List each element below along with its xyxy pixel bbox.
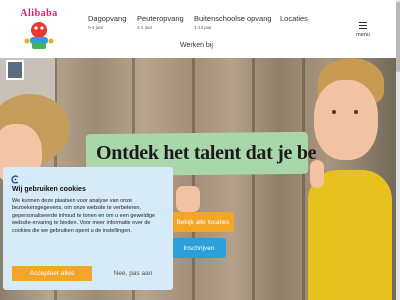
nav-sub: 4-13 jaar: [194, 25, 212, 30]
view-locations-button[interactable]: Bekijk alle locaties: [172, 212, 234, 232]
fence-plank: [302, 58, 305, 300]
cookie-body: We kunnen deze plaatsen voor analyse van…: [12, 198, 156, 234]
logo[interactable]: Alibaba: [20, 8, 58, 52]
logo-text: Alibaba: [20, 8, 58, 19]
nav-sub: 2-4 jaar: [137, 25, 153, 30]
nav-label: Locaties: [280, 14, 308, 23]
nav-item-peuteropvang[interactable]: Peuteropvang 2-4 jaar: [137, 14, 184, 30]
scrollbar-thumb[interactable]: [396, 2, 400, 72]
nav-label: Peuteropvang: [137, 14, 184, 23]
fence-plank: [252, 58, 255, 300]
scrollbar[interactable]: [396, 0, 400, 300]
cookie-logo-icon: [11, 175, 19, 184]
register-button[interactable]: Inschrijven: [172, 238, 226, 258]
cookie-title: Wij gebruiken cookies: [12, 186, 86, 193]
child-right-shirt: [308, 170, 392, 300]
hero-headline: Ontdek het talent dat je be: [96, 142, 317, 164]
cookie-banner: Wij gebruiken cookies We kunnen deze pla…: [3, 167, 173, 290]
child-hand: [176, 186, 200, 212]
nav-label: Buitenschoolse opvang: [194, 14, 272, 23]
child-right-face: [314, 80, 378, 160]
site-header: Alibaba Dagopvang 0-4 jaar Peuteropvang …: [0, 0, 400, 58]
nav-label: Dagopvang: [88, 14, 127, 23]
hamburger-icon: [359, 22, 367, 29]
eye: [354, 110, 358, 114]
nav-sub: 0-4 jaar: [88, 25, 104, 30]
nav-item-dagopvang[interactable]: Dagopvang 0-4 jaar: [88, 14, 126, 30]
accept-all-button[interactable]: Accepteer alles: [12, 266, 92, 281]
eye: [332, 110, 336, 114]
customize-button[interactable]: Nee, pas aan: [100, 266, 166, 281]
menu-button[interactable]: menu: [354, 22, 372, 38]
menu-label: menu: [356, 32, 370, 38]
house-window: [6, 60, 24, 80]
nav-item-buitenschoolse-opvang[interactable]: Buitenschoolse opvang 4-13 jaar: [194, 14, 272, 30]
nav-item-locaties[interactable]: Locaties: [280, 14, 308, 23]
fence-plank: [192, 58, 195, 300]
nav-item-werken-bij[interactable]: Werken bij: [180, 42, 213, 49]
